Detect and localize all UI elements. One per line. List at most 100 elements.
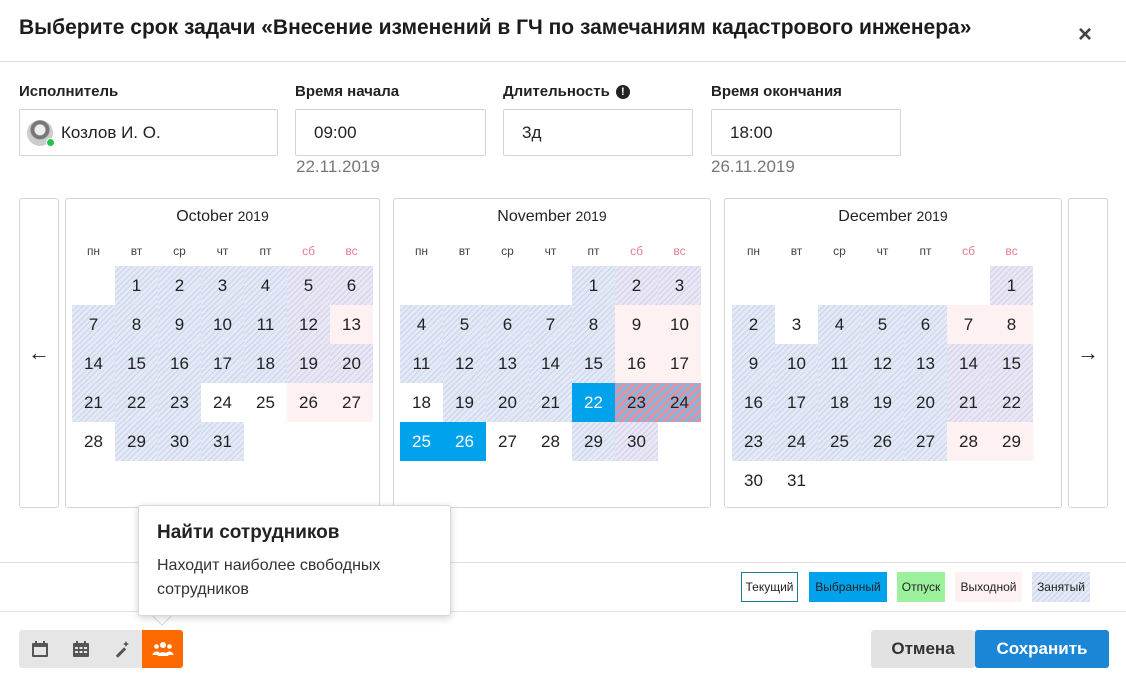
calendar-day[interactable]: 1 — [990, 266, 1033, 305]
calendar-day[interactable]: 23 — [615, 383, 658, 422]
end-time-input[interactable]: 18:00 — [711, 109, 901, 156]
calendar-day[interactable]: 7 — [529, 305, 572, 344]
calendar-day[interactable]: 19 — [443, 383, 486, 422]
calendar-day[interactable]: 16 — [732, 383, 775, 422]
cancel-button[interactable]: Отмена — [871, 630, 975, 668]
calendar-day[interactable]: 25 — [400, 422, 443, 461]
calendar-day[interactable]: 2 — [158, 266, 201, 305]
close-icon[interactable]: × — [1072, 22, 1098, 48]
calendar-day[interactable]: 17 — [775, 383, 818, 422]
calendar-day[interactable]: 22 — [990, 383, 1033, 422]
calendar-day[interactable]: 24 — [658, 383, 701, 422]
calendar-day[interactable]: 5 — [861, 305, 904, 344]
calendar-day[interactable]: 8 — [572, 305, 615, 344]
calendar-day[interactable]: 4 — [244, 266, 287, 305]
calendar-day[interactable]: 6 — [486, 305, 529, 344]
calendar-day[interactable]: 27 — [330, 383, 373, 422]
calendar-day[interactable]: 10 — [658, 305, 701, 344]
calendar-mode-button[interactable] — [19, 630, 60, 668]
calendar-day[interactable]: 18 — [244, 344, 287, 383]
next-month-button[interactable]: → — [1068, 198, 1108, 508]
calendar-day[interactable]: 2 — [615, 266, 658, 305]
calendar-day[interactable]: 22 — [572, 383, 615, 422]
calendar-day[interactable]: 10 — [201, 305, 244, 344]
calendar-day[interactable]: 3 — [775, 305, 818, 344]
calendar-day[interactable]: 4 — [818, 305, 861, 344]
calendar-day[interactable]: 30 — [615, 422, 658, 461]
calendar-day[interactable]: 6 — [330, 266, 373, 305]
calendar-day[interactable]: 25 — [244, 383, 287, 422]
calendar-day[interactable]: 20 — [486, 383, 529, 422]
calendar-day[interactable]: 15 — [115, 344, 158, 383]
calendar-day[interactable]: 28 — [72, 422, 115, 461]
calendar-day[interactable]: 21 — [72, 383, 115, 422]
prev-month-button[interactable]: ← — [19, 198, 59, 508]
calendar-day[interactable]: 26 — [287, 383, 330, 422]
calendar-day[interactable]: 15 — [990, 344, 1033, 383]
calendar-day[interactable]: 7 — [72, 305, 115, 344]
save-button[interactable]: Сохранить — [975, 630, 1109, 668]
calendar-day[interactable]: 7 — [947, 305, 990, 344]
calendar-day[interactable]: 27 — [486, 422, 529, 461]
calendar-day[interactable]: 16 — [158, 344, 201, 383]
calendar-day[interactable]: 17 — [658, 344, 701, 383]
calendar-day[interactable]: 12 — [287, 305, 330, 344]
calendar-day[interactable]: 10 — [775, 344, 818, 383]
calendar-day[interactable]: 5 — [287, 266, 330, 305]
calendar-day[interactable]: 29 — [572, 422, 615, 461]
duration-input[interactable]: 3д — [503, 109, 693, 156]
calendar-day[interactable]: 1 — [115, 266, 158, 305]
calendar-day[interactable]: 13 — [330, 305, 373, 344]
calendar-day[interactable]: 14 — [72, 344, 115, 383]
calendar-day[interactable]: 19 — [287, 344, 330, 383]
calendar-day[interactable]: 29 — [990, 422, 1033, 461]
calendar-day[interactable]: 21 — [947, 383, 990, 422]
calendar-day[interactable]: 6 — [904, 305, 947, 344]
calendar-day[interactable]: 9 — [732, 344, 775, 383]
info-icon[interactable]: ! — [615, 84, 630, 99]
calendar-day[interactable]: 13 — [904, 344, 947, 383]
calendar-day[interactable]: 30 — [732, 461, 775, 500]
calendar-day[interactable]: 9 — [158, 305, 201, 344]
calendar-day[interactable]: 11 — [244, 305, 287, 344]
calendar-day[interactable]: 5 — [443, 305, 486, 344]
calendar-day[interactable]: 25 — [818, 422, 861, 461]
calendar-day[interactable]: 31 — [775, 461, 818, 500]
calendar-day[interactable]: 12 — [443, 344, 486, 383]
calendar-day[interactable]: 20 — [330, 344, 373, 383]
calendar-day[interactable]: 30 — [158, 422, 201, 461]
calendar-day[interactable]: 17 — [201, 344, 244, 383]
calendar-day[interactable]: 14 — [947, 344, 990, 383]
auto-plan-button[interactable] — [101, 630, 142, 668]
calendar-day[interactable]: 11 — [818, 344, 861, 383]
calendar-day[interactable]: 22 — [115, 383, 158, 422]
calendar-day[interactable]: 16 — [615, 344, 658, 383]
calendar-day[interactable]: 18 — [818, 383, 861, 422]
calendar-day[interactable]: 18 — [400, 383, 443, 422]
calendar-day[interactable]: 11 — [400, 344, 443, 383]
calendar-day[interactable]: 27 — [904, 422, 947, 461]
find-employees-button[interactable] — [142, 630, 183, 668]
calendar-day[interactable]: 24 — [775, 422, 818, 461]
calendar-day[interactable]: 28 — [947, 422, 990, 461]
calendar-day[interactable]: 13 — [486, 344, 529, 383]
assignee-field[interactable]: Козлов И. О. — [19, 109, 278, 156]
calendar-day[interactable]: 31 — [201, 422, 244, 461]
calendar-day[interactable]: 24 — [201, 383, 244, 422]
calendar-day[interactable]: 20 — [904, 383, 947, 422]
calendar-day[interactable]: 2 — [732, 305, 775, 344]
calendar-day[interactable]: 26 — [443, 422, 486, 461]
calendar-day[interactable]: 3 — [658, 266, 701, 305]
calendar-grid-mode-button[interactable] — [60, 630, 101, 668]
calendar-day[interactable]: 28 — [529, 422, 572, 461]
calendar-day[interactable]: 26 — [861, 422, 904, 461]
calendar-day[interactable]: 15 — [572, 344, 615, 383]
calendar-day[interactable]: 9 — [615, 305, 658, 344]
calendar-day[interactable]: 21 — [529, 383, 572, 422]
calendar-day[interactable]: 4 — [400, 305, 443, 344]
calendar-day[interactable]: 14 — [529, 344, 572, 383]
calendar-day[interactable]: 29 — [115, 422, 158, 461]
start-time-input[interactable]: 09:00 — [295, 109, 486, 156]
calendar-day[interactable]: 12 — [861, 344, 904, 383]
calendar-day[interactable]: 8 — [990, 305, 1033, 344]
